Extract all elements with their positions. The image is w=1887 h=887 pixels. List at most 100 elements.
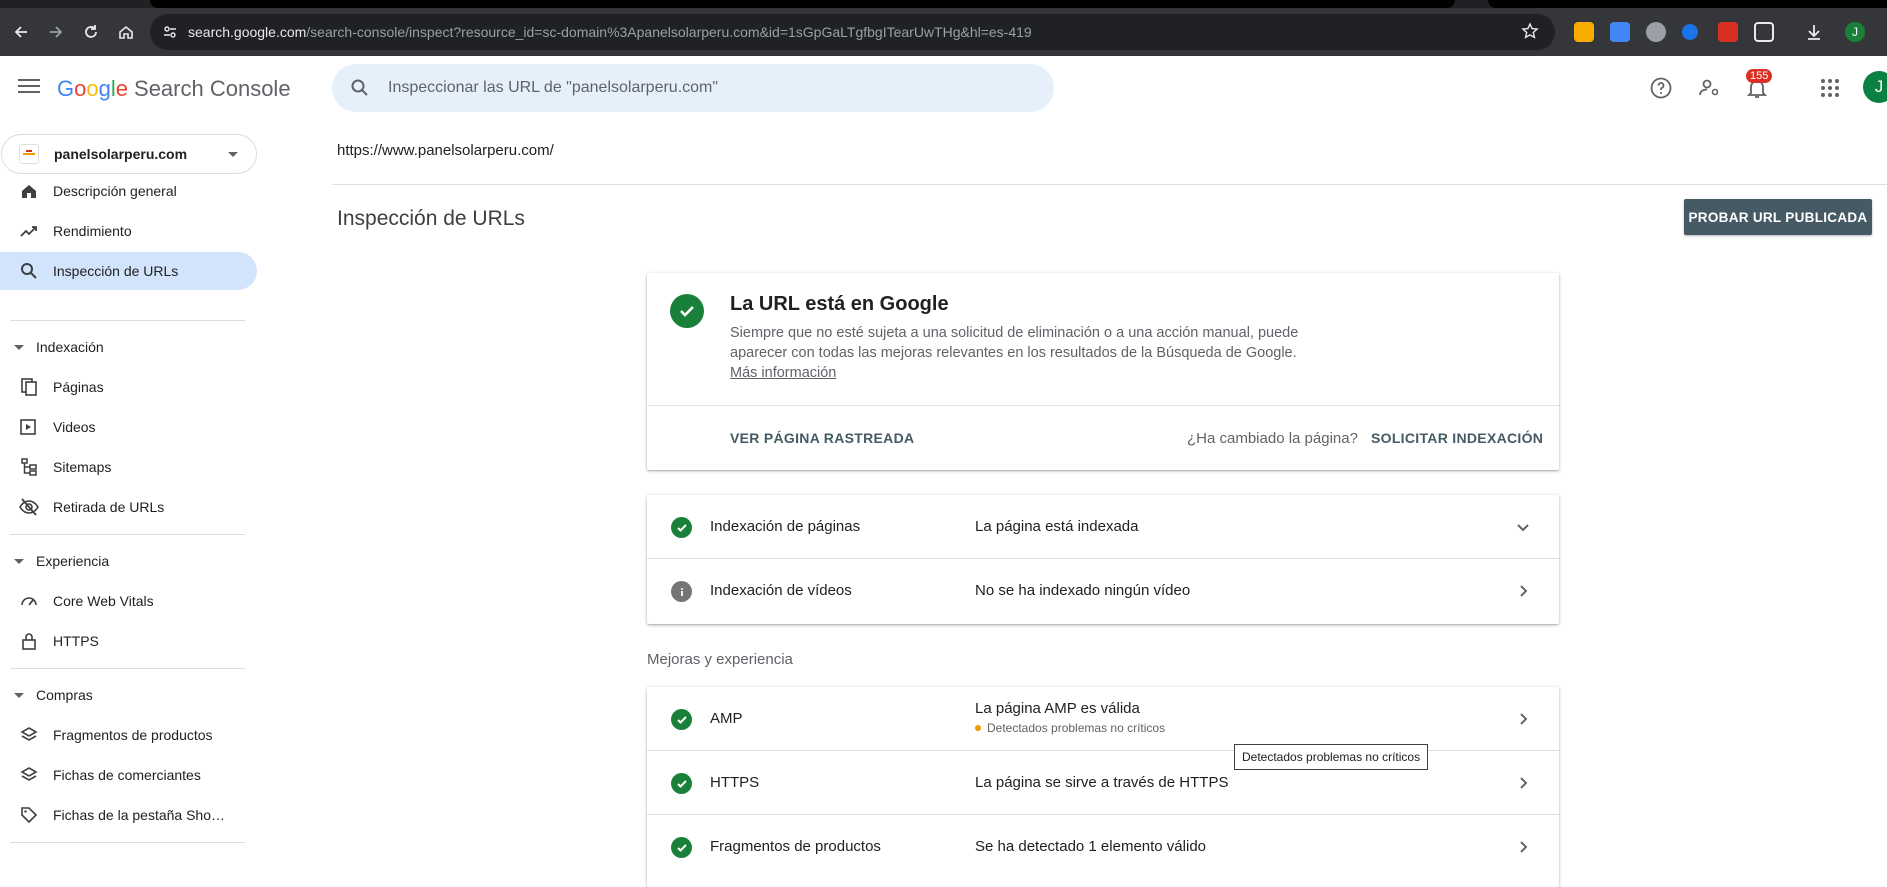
check-circle-icon bbox=[671, 709, 692, 730]
view-crawled-page-button[interactable]: VER PÁGINA RASTREADA bbox=[730, 430, 914, 446]
menu-icon[interactable] bbox=[18, 76, 40, 98]
browser-tabstrip bbox=[0, 0, 1887, 8]
nav-item-sitemaps[interactable]: Sitemaps bbox=[0, 448, 257, 486]
trending-up-icon bbox=[19, 221, 39, 241]
notifications-badge: 155 bbox=[1746, 69, 1773, 83]
extensions-puzzle-icon[interactable] bbox=[1754, 22, 1774, 42]
app-header: GoogleSearch Console 155 J bbox=[0, 56, 1887, 120]
enhancements-card: AMP La página AMP es válida Detectados p… bbox=[647, 687, 1559, 887]
enhancements-section-label: Mejoras y experiencia bbox=[647, 651, 793, 668]
home-icon[interactable] bbox=[112, 18, 140, 46]
dropdown-caret-icon bbox=[228, 152, 238, 157]
chevron-right-icon[interactable] bbox=[1513, 773, 1533, 793]
row-video-indexing[interactable]: Indexación de vídeos No se ha indexado n… bbox=[647, 559, 1559, 623]
address-url: search.google.com/search-console/inspect… bbox=[188, 24, 1032, 40]
layers-icon bbox=[19, 765, 39, 785]
status-title: La URL está en Google bbox=[730, 293, 949, 315]
extension-lighthouse-icon[interactable] bbox=[1646, 22, 1666, 42]
check-circle-icon bbox=[670, 294, 704, 328]
check-circle-icon bbox=[671, 837, 692, 858]
chevron-down-icon[interactable] bbox=[1513, 517, 1533, 537]
row-amp[interactable]: AMP La página AMP es válida Detectados p… bbox=[647, 687, 1559, 751]
collapse-caret-icon bbox=[14, 558, 24, 564]
tag-icon bbox=[19, 805, 39, 825]
nav-item-merchant-listings[interactable]: Fichas de comerciantes bbox=[0, 756, 257, 794]
search-console-logo[interactable]: Google Search Console bbox=[57, 76, 291, 102]
main-divider bbox=[332, 184, 1887, 185]
browser-tab[interactable] bbox=[150, 0, 1455, 8]
nav-item-overview[interactable]: Descripción general bbox=[0, 172, 257, 210]
page-title: Inspección de URLs bbox=[337, 207, 525, 230]
visibility-off-icon bbox=[19, 497, 39, 517]
indexing-card: Indexación de páginas La página está ind… bbox=[647, 495, 1559, 624]
tooltip: Detectados problemas no críticos bbox=[1234, 744, 1429, 770]
nav-divider bbox=[10, 534, 245, 535]
nav-divider bbox=[10, 668, 245, 669]
sitemap-icon bbox=[19, 457, 39, 477]
status-description: Siempre que no esté sujeta a una solicit… bbox=[730, 325, 1299, 381]
nav-item-https[interactable]: HTTPS bbox=[0, 622, 257, 660]
extension-seo-icon[interactable] bbox=[1718, 22, 1738, 42]
nav-divider bbox=[10, 842, 245, 843]
nav-item-removals[interactable]: Retirada de URLs bbox=[0, 488, 257, 526]
nav-section-shopping[interactable]: Compras bbox=[0, 680, 257, 710]
nav-item-core-web-vitals[interactable]: Core Web Vitals bbox=[0, 582, 257, 620]
collapse-caret-icon bbox=[14, 344, 24, 350]
browser-toolbar: search.google.com/search-console/inspect… bbox=[0, 8, 1887, 56]
property-favicon bbox=[19, 144, 39, 164]
nav-section-experience[interactable]: Experiencia bbox=[0, 546, 257, 576]
browser-tab[interactable] bbox=[1488, 0, 1887, 8]
pages-icon bbox=[19, 377, 39, 397]
request-indexing-button[interactable]: SOLICITAR INDEXACIÓN bbox=[1371, 430, 1543, 446]
nav-item-url-inspection[interactable]: Inspección de URLs bbox=[0, 252, 257, 290]
lock-icon bbox=[19, 631, 39, 651]
card-divider bbox=[647, 405, 1559, 406]
nav-item-pages[interactable]: Páginas bbox=[0, 368, 257, 406]
nav-item-product-snippets[interactable]: Fragmentos de productos bbox=[0, 716, 257, 754]
extension-check-icon[interactable] bbox=[1682, 24, 1698, 40]
inspected-url: https://www.panelsolarperu.com/ bbox=[337, 142, 554, 159]
nav-item-shopping-tab-listings[interactable]: Fichas de la pestaña Sho… bbox=[0, 796, 257, 834]
extension-translate-icon[interactable] bbox=[1610, 22, 1630, 42]
chevron-right-icon[interactable] bbox=[1513, 581, 1533, 601]
search-icon bbox=[351, 79, 368, 96]
search-input[interactable] bbox=[388, 79, 988, 97]
nav-item-videos[interactable]: Videos bbox=[0, 408, 257, 446]
speed-icon bbox=[19, 591, 39, 611]
check-circle-icon bbox=[671, 517, 692, 538]
site-info-icon[interactable] bbox=[162, 24, 178, 40]
property-selector[interactable]: panelsolarperu.com bbox=[1, 134, 257, 174]
collapse-caret-icon bbox=[14, 692, 24, 698]
nav-divider bbox=[10, 320, 245, 321]
warning-dot-icon bbox=[975, 725, 981, 731]
bookmark-star-icon[interactable] bbox=[1521, 22, 1539, 40]
check-circle-icon bbox=[671, 773, 692, 794]
download-icon[interactable] bbox=[1804, 22, 1824, 42]
apps-grid-icon[interactable] bbox=[1818, 76, 1842, 100]
property-name: panelsolarperu.com bbox=[54, 146, 188, 162]
row-product-snippets[interactable]: Fragmentos de productos Se ha detectado … bbox=[647, 815, 1559, 879]
help-icon[interactable] bbox=[1649, 76, 1673, 100]
nav-item-performance[interactable]: Rendimiento bbox=[0, 212, 257, 250]
extension-analytics-icon[interactable] bbox=[1574, 22, 1594, 42]
layers-icon bbox=[19, 725, 39, 745]
home-icon bbox=[19, 181, 39, 201]
amp-warning-subtext: Detectados problemas no críticos bbox=[975, 721, 1165, 735]
account-avatar[interactable]: J bbox=[1863, 71, 1887, 103]
address-bar[interactable]: search.google.com/search-console/inspect… bbox=[150, 14, 1555, 50]
reload-icon[interactable] bbox=[77, 18, 105, 46]
chevron-right-icon[interactable] bbox=[1513, 709, 1533, 729]
nav-section-indexing[interactable]: Indexación bbox=[0, 332, 257, 362]
forward-icon[interactable] bbox=[42, 18, 70, 46]
row-page-indexing[interactable]: Indexación de páginas La página está ind… bbox=[647, 495, 1559, 559]
test-live-url-button[interactable]: PROBAR URL PUBLICADA bbox=[1684, 199, 1872, 235]
index-status-card: La URL está en Google Siempre que no est… bbox=[647, 273, 1559, 470]
video-icon bbox=[19, 417, 39, 437]
manage-users-icon[interactable] bbox=[1697, 76, 1721, 100]
chevron-right-icon[interactable] bbox=[1513, 837, 1533, 857]
url-inspect-search[interactable] bbox=[332, 64, 1054, 112]
info-icon bbox=[671, 581, 692, 602]
learn-more-link[interactable]: Más información bbox=[730, 365, 836, 381]
back-icon[interactable] bbox=[7, 18, 35, 46]
profile-avatar[interactable]: J bbox=[1845, 22, 1865, 42]
